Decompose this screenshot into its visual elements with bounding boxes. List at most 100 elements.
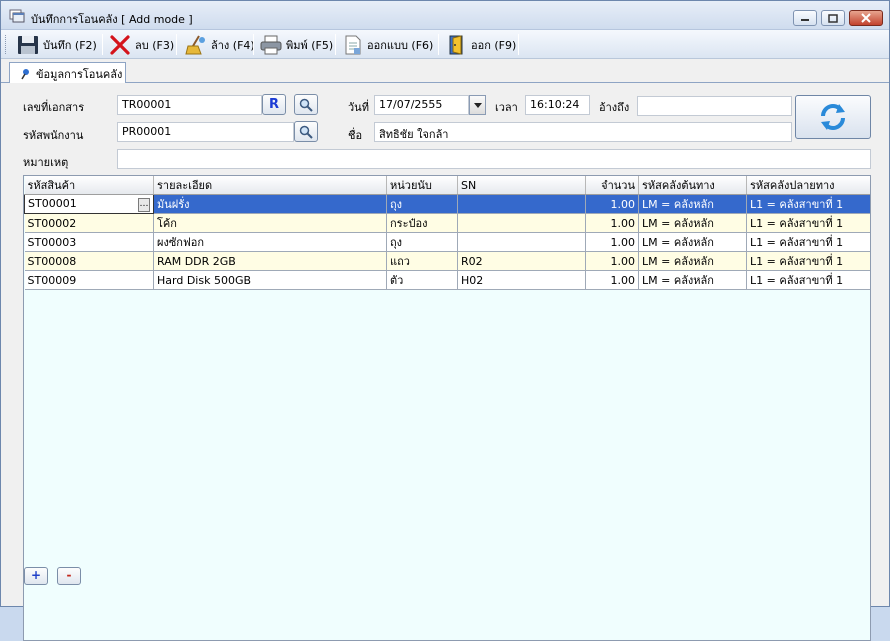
date-dropdown-button[interactable] (469, 95, 486, 115)
toolbar-separator (438, 34, 439, 55)
table-cell[interactable]: L1 = คลังสาขาที่ 1 (746, 270, 870, 290)
remark-label: หมายเหตุ (23, 156, 69, 169)
table-cell[interactable]: 1.00 (585, 232, 639, 252)
table-cell[interactable]: L1 = คลังสาขาที่ 1 (746, 194, 870, 214)
table-cell[interactable] (457, 213, 586, 233)
table-cell[interactable]: LM = คลังหลัก (638, 213, 747, 233)
table-cell[interactable]: ST00002 (24, 213, 154, 233)
print-button[interactable]: พิมพ์ (F5) (256, 33, 337, 56)
table-cell[interactable]: 1.00 (585, 251, 639, 271)
table-cell[interactable]: ST00008 (24, 251, 154, 271)
save-button[interactable]: บันทึก (F2) (13, 33, 101, 56)
table-cell[interactable]: L1 = คลังสาขาที่ 1 (746, 213, 870, 233)
table-cell[interactable]: ผงซักฟอก (153, 232, 387, 252)
employee-field[interactable]: PR00001 (117, 122, 294, 142)
table-row[interactable]: ST00001 … มันฝรั่ง ถุง 1.00 LM = คลังหลัก… (24, 194, 870, 214)
table-cell[interactable]: LM = คลังหลัก (638, 270, 747, 290)
table-cell[interactable]: 1.00 (585, 213, 639, 233)
table-row[interactable]: ST00002 โค้ก กระป๋อง 1.00 LM = คลังหลัก … (24, 213, 870, 233)
column-header[interactable]: รหัสคลังปลายทาง (746, 176, 870, 195)
table-cell[interactable]: ST00001… (24, 194, 154, 214)
table-cell[interactable]: โค้ก (153, 213, 387, 233)
r-button[interactable]: R (262, 94, 286, 115)
minimize-button[interactable] (793, 10, 817, 26)
table-cell[interactable] (457, 194, 586, 214)
add-row-button[interactable]: + (24, 567, 48, 585)
window-title: บันทึกการโอนคลัง [ Add mode ] (31, 13, 193, 26)
table-cell[interactable]: กระป๋อง (386, 213, 458, 233)
date-label: วันที่ (348, 101, 369, 114)
delete-label: ลบ (F3) (135, 38, 175, 52)
pin-icon (21, 68, 29, 79)
ref-label: อ้างถึง (599, 101, 630, 114)
table-cell[interactable]: ST00009 (24, 270, 154, 290)
table-cell[interactable]: Hard Disk 500GB (153, 270, 387, 290)
broom-icon (185, 34, 205, 54)
table-cell[interactable]: LM = คลังหลัก (638, 194, 747, 214)
toolbar-separator (102, 34, 103, 55)
column-header[interactable]: รหัสสินค้า (24, 176, 154, 195)
column-header[interactable]: จำนวน (585, 176, 639, 195)
toolbar-separator (518, 34, 519, 55)
table-cell[interactable]: ST00003 (24, 232, 154, 252)
toolbar-separator (335, 34, 336, 55)
items-grid: รหัสสินค้า รายละเอียด หน่วยนับ SN จำนวน … (23, 175, 871, 641)
maximize-icon (828, 13, 838, 23)
toolbar-grip[interactable] (5, 35, 8, 54)
chevron-down-icon (473, 102, 482, 108)
remove-row-button[interactable]: - (57, 567, 81, 585)
table-cell[interactable]: 1.00 (585, 270, 639, 290)
table-cell[interactable]: ถุง (386, 232, 458, 252)
table-row[interactable]: ST00008 RAM DDR 2GB แถว R02 1.00 LM = คล… (24, 251, 870, 271)
column-header[interactable]: SN (457, 176, 586, 195)
table-cell[interactable]: H02 (457, 270, 586, 290)
table-cell[interactable]: L1 = คลังสาขาที่ 1 (746, 232, 870, 252)
items-table: รหัสสินค้า รายละเอียด หน่วยนับ SN จำนวน … (24, 176, 870, 290)
employee-lookup-button[interactable] (294, 121, 318, 142)
doc-lookup-button[interactable] (294, 94, 318, 115)
table-cell[interactable]: แถว (386, 251, 458, 271)
ellipsis-button[interactable]: … (138, 197, 150, 212)
time-field[interactable]: 16:10:24 (525, 95, 590, 115)
table-cell[interactable]: LM = คลังหลัก (638, 251, 747, 271)
table-cell[interactable] (457, 232, 586, 252)
table-cell[interactable]: มันฝรั่ง (153, 194, 387, 214)
toolbar-separator (176, 34, 177, 55)
title-bar: บันทึกการโอนคลัง [ Add mode ] (1, 1, 889, 30)
column-header[interactable]: รหัสคลังต้นทาง (638, 176, 747, 195)
table-cell[interactable]: ตัว (386, 270, 458, 290)
table-cell[interactable]: LM = คลังหลัก (638, 232, 747, 252)
printer-icon (260, 35, 282, 54)
clear-button[interactable]: ล้าง (F4) (181, 33, 259, 56)
column-header[interactable]: รายละเอียด (153, 176, 387, 195)
name-field[interactable]: สิทธิชัย ใจกล้า (374, 122, 792, 142)
magnifier-icon (299, 125, 313, 139)
ref-field[interactable] (637, 96, 792, 116)
table-cell[interactable]: ถุง (386, 194, 458, 214)
exit-button[interactable]: ออก (F9) (443, 33, 520, 56)
doc-no-field[interactable]: TR00001 (117, 95, 262, 115)
date-field[interactable]: 17/07/2555 (374, 95, 469, 115)
refresh-button[interactable] (795, 95, 871, 139)
refresh-arrows-icon (821, 104, 845, 130)
window-stack-icon (9, 9, 25, 23)
column-header[interactable]: หน่วยนับ (386, 176, 458, 195)
remark-field[interactable] (117, 149, 871, 169)
delete-button[interactable]: ลบ (F3) (105, 33, 178, 56)
maximize-button[interactable] (821, 10, 845, 26)
table-row[interactable]: ST00003 ผงซักฟอก ถุง 1.00 LM = คลังหลัก … (24, 232, 870, 252)
doc-no-label: เลขที่เอกสาร (23, 101, 85, 114)
r-button-label: R (268, 97, 279, 112)
time-label: เวลา (495, 101, 518, 114)
table-cell[interactable]: L1 = คลังสาขาที่ 1 (746, 251, 870, 271)
close-icon (861, 13, 871, 23)
tab-transfer-info[interactable]: ข้อมูลการโอนคลัง (9, 62, 126, 84)
design-label: ออกแบบ (F6) (367, 38, 434, 52)
design-button[interactable]: ออกแบบ (F6) (339, 33, 437, 56)
employee-label: รหัสพนักงาน (23, 129, 84, 142)
table-row[interactable]: ST00009 Hard Disk 500GB ตัว H02 1.00 LM … (24, 270, 870, 290)
table-cell[interactable]: RAM DDR 2GB (153, 251, 387, 271)
close-button[interactable] (849, 10, 883, 26)
table-cell[interactable]: R02 (457, 251, 586, 271)
table-cell[interactable]: 1.00 (585, 194, 639, 214)
